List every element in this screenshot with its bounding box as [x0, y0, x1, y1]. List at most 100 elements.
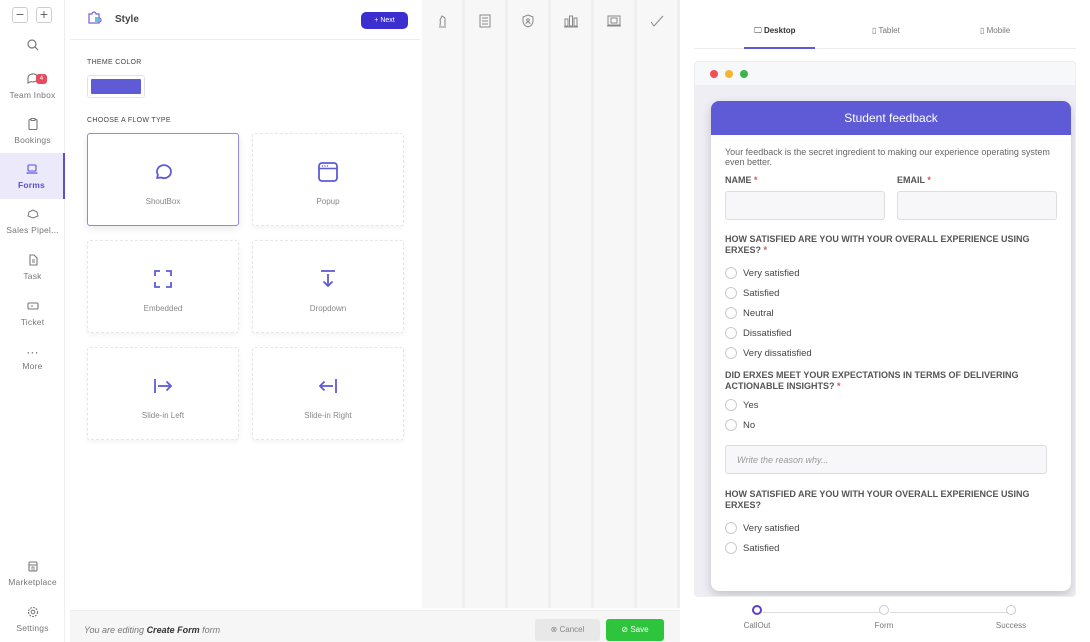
minimize-dot-icon: [725, 70, 733, 78]
window-icon: [253, 161, 403, 183]
next-button[interactable]: + Next: [361, 12, 408, 29]
sidebar-item-team-inbox[interactable]: 4 Team Inbox: [0, 72, 65, 100]
step-column[interactable]: [551, 0, 594, 608]
bottom-bar: You are editing Create Form form ⊗ Cance…: [70, 610, 680, 642]
radio-label: Satisfied: [743, 542, 780, 554]
radio-circle-icon: [725, 267, 737, 279]
zoom-controls: − +: [12, 7, 52, 23]
form-name: Create Form: [146, 625, 200, 635]
editing-status: You are editing Create Form form: [84, 625, 220, 635]
zoom-in-button[interactable]: +: [36, 7, 52, 23]
radio-option[interactable]: Very satisfied: [725, 518, 1057, 538]
sidebar-item-label: Team Inbox: [9, 90, 56, 100]
name-field[interactable]: [725, 191, 885, 220]
radio-option[interactable]: Very dissatisfied: [725, 343, 1057, 363]
flow-type-shoutbox[interactable]: ShoutBox: [87, 133, 239, 226]
sidebar-item-more[interactable]: ··· More: [0, 343, 65, 371]
flow-type-slide-in-right[interactable]: Slide-in Right: [252, 347, 404, 440]
name-label: NAME: [725, 175, 752, 185]
radio-option[interactable]: Neutral: [725, 303, 1057, 323]
active-tab-indicator: [744, 47, 815, 49]
sidebar-item-task[interactable]: Task: [0, 253, 65, 281]
inbox-count-badge: 4: [36, 74, 47, 84]
sidebar-item-forms[interactable]: Forms: [0, 153, 65, 199]
sidebar-item-label: Sales Pipel...: [6, 225, 59, 235]
reason-textarea[interactable]: Write the reason why...: [725, 445, 1047, 474]
step-success[interactable]: Success: [971, 605, 1051, 630]
question-1: HOW SATISFIED ARE YOU WITH YOUR OVERALL …: [725, 234, 1030, 255]
form-description: Your feedback is the secret ingredient t…: [725, 147, 1050, 167]
sidebar-item-label: Settings: [16, 623, 49, 633]
step-circle-icon: [879, 605, 889, 615]
radio-circle-icon: [725, 347, 737, 359]
sidebar-item-ticket[interactable]: Ticket: [0, 299, 65, 327]
radio-label: Very dissatisfied: [743, 347, 812, 359]
tab-label: Desktop: [763, 26, 796, 35]
editing-prefix: You are editing: [84, 625, 145, 635]
radio-option[interactable]: Satisfied: [725, 283, 1057, 303]
ticket-icon: [0, 299, 65, 317]
tab-label: Mobile: [986, 26, 1011, 35]
mobile-icon: ▯: [980, 26, 985, 35]
radio-option[interactable]: Very satisfied: [725, 263, 1057, 283]
sidebar-item-bookings[interactable]: Bookings: [0, 117, 65, 145]
step-callout[interactable]: CallOut: [717, 605, 797, 630]
sidebar-item-settings[interactable]: Settings: [0, 605, 65, 633]
flow-type-dropdown[interactable]: Dropdown: [252, 240, 404, 333]
radio-option[interactable]: Yes: [725, 395, 1057, 415]
sidebar-nav: − + 4 Team Inbox Bookings Forms Sales Pi…: [0, 0, 65, 642]
tab-mobile[interactable]: ▯ Mobile: [980, 26, 1010, 35]
puzzle-icon: [87, 9, 103, 30]
monitor-icon: 🖵: [754, 26, 762, 35]
step-column[interactable]: [637, 0, 680, 608]
radio-circle-icon: [725, 287, 737, 299]
radio-circle-icon: [725, 327, 737, 339]
theme-color-picker[interactable]: [87, 75, 145, 98]
device-tabs: 🖵 Desktop ▯ Tablet ▯ Mobile: [694, 18, 1076, 49]
step-column[interactable]: [594, 0, 637, 608]
tab-desktop[interactable]: 🖵 Desktop: [754, 26, 796, 36]
flow-type-slide-in-left[interactable]: Slide-in Left: [87, 347, 239, 440]
sidebar-item-marketplace[interactable]: Marketplace: [0, 559, 65, 587]
radio-circle-icon: [725, 399, 737, 411]
tab-tablet[interactable]: ▯ Tablet: [872, 26, 900, 35]
step-column[interactable]: [465, 0, 508, 608]
task-icon: [0, 253, 65, 271]
step-column[interactable]: [422, 0, 465, 608]
step-circle-icon: [752, 605, 762, 615]
pipeline-icon: [0, 207, 65, 225]
radio-option[interactable]: No: [725, 415, 1057, 435]
required-mark: *: [927, 175, 931, 185]
cancel-button[interactable]: ⊗ Cancel: [535, 619, 600, 641]
browser-titlebar: [695, 62, 1075, 85]
style-panel-title: Style: [115, 14, 139, 25]
flow-type-label: ShoutBox: [145, 197, 181, 206]
step-form[interactable]: Form: [844, 605, 924, 630]
radio-option[interactable]: Satisfied: [725, 538, 1057, 558]
chess-knight-icon: [422, 13, 462, 34]
flow-type-embedded[interactable]: Embedded: [87, 240, 239, 333]
chat-icon: 4: [0, 72, 65, 90]
shield-user-icon: [508, 13, 548, 34]
flow-type-popup[interactable]: Popup: [252, 133, 404, 226]
radio-circle-icon: [725, 419, 737, 431]
zoom-out-button[interactable]: −: [12, 7, 28, 23]
sidebar-item-search[interactable]: [0, 38, 65, 56]
sidebar-item-sales-pipeline[interactable]: Sales Pipel...: [0, 207, 65, 235]
check-pen-icon: [637, 13, 677, 34]
slide-right-icon: [88, 375, 238, 397]
save-button[interactable]: ⊘ Save: [606, 619, 664, 641]
theme-color-label: THEME COLOR: [87, 59, 142, 66]
step-column[interactable]: [508, 0, 551, 608]
step-label: Success: [995, 621, 1027, 630]
slide-left-icon: [253, 375, 403, 397]
email-field[interactable]: [897, 191, 1057, 220]
preview-stepper: CallOut Form Success: [690, 605, 1090, 642]
radio-option[interactable]: Dissatisfied: [725, 323, 1057, 343]
sidebar-item-label: Ticket: [20, 317, 45, 327]
step-columns: [422, 0, 680, 608]
style-panel-header: Style + Next: [70, 0, 420, 40]
building-chart-icon: [551, 13, 591, 34]
question-2: DID ERXES MEET YOUR EXPECTATIONS IN TERM…: [725, 370, 1019, 391]
tablet-icon: ▯: [872, 26, 877, 35]
